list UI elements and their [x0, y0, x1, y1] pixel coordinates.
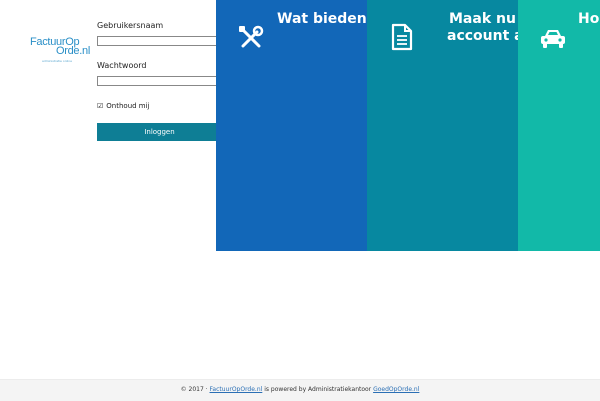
- footer-copyright: © 2017 ·: [180, 386, 208, 393]
- username-input[interactable]: [97, 36, 227, 46]
- logo-tagline: administratie online: [42, 59, 73, 63]
- login-button[interactable]: Inloggen: [97, 123, 222, 141]
- footer-powered-by: is powered by Administratiekantoor: [264, 386, 372, 393]
- tools-icon: [239, 25, 264, 48]
- remember-checkbox[interactable]: ☑: [97, 102, 103, 110]
- panel-create-account-title-line1: Maak nu e: [449, 11, 518, 27]
- panel-services[interactable]: Wat bieden w: [216, 0, 367, 251]
- feature-panels: Wat bieden w Maak nu e account a Hoe: [216, 0, 600, 251]
- username-label: Gebruikersnaam: [97, 21, 164, 30]
- document-icon: [391, 23, 413, 51]
- password-label: Wachtwoord: [97, 61, 147, 70]
- remember-me[interactable]: ☑ Onthoud mij: [97, 101, 150, 111]
- footer-link-factuuroporde[interactable]: FactuurOpOrde.nl: [210, 386, 263, 393]
- panel-how[interactable]: Hoe: [518, 0, 600, 251]
- panel-how-title: Hoe: [578, 11, 600, 27]
- panel-create-account-title-line2: account a: [447, 28, 518, 44]
- remember-label: Onthoud mij: [106, 102, 150, 110]
- brand-logo[interactable]: FactuurOp Orde.nl administratie online: [30, 37, 92, 65]
- password-input[interactable]: [97, 76, 227, 86]
- footer-text: © 2017 · FactuurOpOrde.nl is powered by …: [0, 386, 600, 394]
- logo-text-line2: Orde.nl: [56, 45, 90, 57]
- panel-create-account[interactable]: Maak nu e account a: [367, 0, 518, 251]
- panel-services-title: Wat bieden w: [277, 11, 367, 27]
- car-icon: [541, 30, 565, 48]
- footer-link-goedoporde[interactable]: GoedOpOrde.nl: [373, 386, 419, 393]
